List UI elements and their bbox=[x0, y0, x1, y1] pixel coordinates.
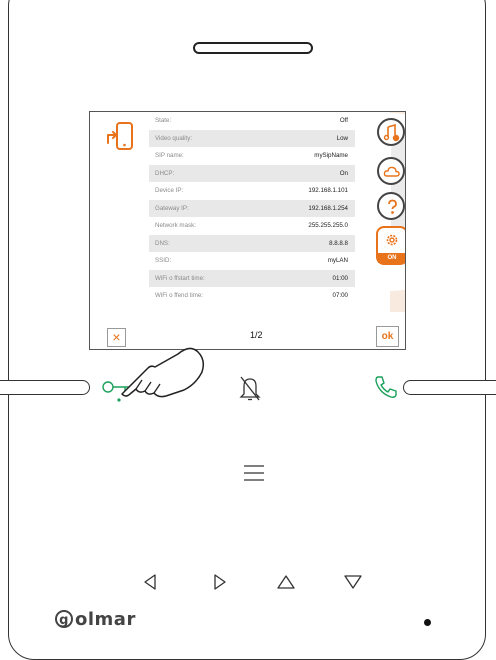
left-arrow-icon[interactable] bbox=[142, 573, 158, 591]
setting-label: DHCP: bbox=[155, 169, 175, 177]
down-arrow-icon[interactable] bbox=[343, 574, 363, 590]
right-touch-bar[interactable] bbox=[403, 380, 496, 395]
setting-value: 255.255.255.0 bbox=[308, 222, 348, 230]
setting-row: Video quality: Low bbox=[149, 129, 355, 147]
speaker-grille bbox=[193, 42, 313, 54]
setting-row: WiFi o ffstart time: 01:00 bbox=[149, 269, 355, 287]
setting-label: DNS: bbox=[155, 239, 170, 247]
on-label: ON bbox=[378, 253, 405, 263]
status-led bbox=[424, 619, 431, 626]
help-icon bbox=[388, 199, 397, 214]
setting-row: SIP name: mySipName bbox=[149, 147, 355, 165]
brand-logo: g olmar bbox=[55, 609, 136, 630]
cloud-icon bbox=[383, 166, 400, 177]
ringtone-settings-icon bbox=[383, 124, 400, 142]
setting-label: SIP name: bbox=[155, 152, 184, 160]
setting-value: 192.168.1.101 bbox=[308, 187, 348, 195]
setting-row: Gateway IP: 192.168.1.254 bbox=[149, 199, 355, 217]
setting-label: Device IP: bbox=[155, 187, 184, 195]
setting-value: 8.8.8.8 bbox=[329, 239, 348, 247]
setting-value: On bbox=[339, 169, 348, 177]
setting-row: DHCP: On bbox=[149, 164, 355, 182]
setting-label: Gateway IP: bbox=[155, 204, 189, 212]
setting-label: Network mask: bbox=[155, 222, 196, 230]
help-button[interactable] bbox=[377, 192, 405, 220]
ringtone-settings-button[interactable] bbox=[377, 118, 405, 146]
right-arrow-icon[interactable] bbox=[212, 573, 228, 591]
brand-logo-mark: g bbox=[55, 610, 73, 628]
mute-bell-icon[interactable] bbox=[238, 374, 262, 402]
lcd-screen: State: Off Video quality: Low SIP name: myS… bbox=[89, 111, 406, 350]
ok-button[interactable]: ok bbox=[376, 326, 399, 347]
setting-label: Video quality: bbox=[155, 134, 193, 142]
setting-label: WiFi o ffend time: bbox=[155, 292, 204, 300]
setting-value: myLAN bbox=[327, 257, 348, 265]
brand-name: olmar bbox=[75, 609, 136, 630]
setting-value: Off bbox=[339, 117, 348, 125]
setting-value: 07:00 bbox=[332, 292, 348, 300]
setting-value: mySipName bbox=[314, 152, 348, 160]
setting-row: DNS: 8.8.8.8 bbox=[149, 234, 355, 252]
settings-table: State: Off Video quality: Low SIP name: myS… bbox=[149, 112, 355, 326]
setting-label: WiFi o ffstart time: bbox=[155, 274, 205, 282]
cloud-button[interactable] bbox=[377, 157, 405, 185]
setting-value: 01:00 bbox=[332, 274, 348, 282]
settings-gear-icon bbox=[386, 234, 398, 246]
menu-icon[interactable] bbox=[242, 463, 266, 483]
page-indicator: 1/2 bbox=[250, 330, 263, 340]
setting-value: Low bbox=[336, 134, 348, 142]
settings-on-button[interactable]: ON bbox=[376, 226, 405, 265]
setting-value: 192.168.1.254 bbox=[308, 204, 348, 212]
up-arrow-icon[interactable] bbox=[276, 574, 296, 590]
setting-row: Network mask: 255.255.255.0 bbox=[149, 217, 355, 235]
pointing-hand-icon bbox=[121, 347, 205, 398]
setting-row: State: Off bbox=[149, 112, 355, 130]
answer-call-icon[interactable] bbox=[373, 374, 399, 400]
setting-row: Device IP: 192.168.1.101 bbox=[149, 182, 355, 200]
setting-row: SSID: myLAN bbox=[149, 252, 355, 270]
setting-label: SSID: bbox=[155, 257, 172, 265]
setting-label: State: bbox=[155, 117, 172, 125]
setting-row: WiFi o ffend time: 07:00 bbox=[149, 287, 355, 305]
phone-transfer-icon bbox=[107, 122, 133, 150]
left-touch-bar[interactable] bbox=[0, 380, 90, 395]
